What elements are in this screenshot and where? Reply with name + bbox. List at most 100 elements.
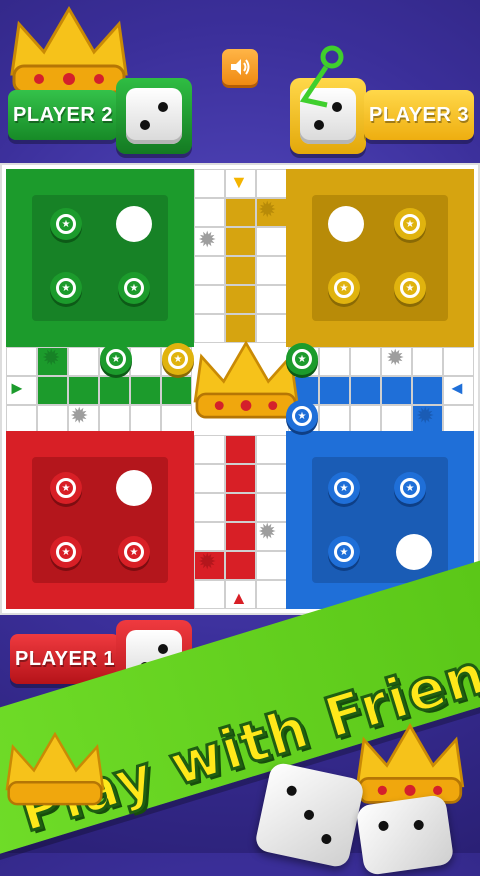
game-token[interactable]: ★ — [394, 472, 426, 504]
board-cell — [6, 405, 37, 434]
board-cell — [412, 347, 443, 376]
arrow-icon: ▼ — [230, 172, 248, 192]
board-cell — [194, 198, 225, 227]
board-cell — [319, 405, 350, 434]
game-token[interactable]: ★ — [286, 343, 318, 375]
board-cell — [194, 435, 225, 464]
star-icon: ★ — [124, 542, 144, 562]
board-cell — [130, 405, 161, 434]
board-cell — [37, 376, 68, 405]
star-icon: ✹ — [416, 403, 435, 428]
game-token[interactable]: ★ — [394, 208, 426, 240]
star-icon: ★ — [292, 406, 312, 426]
board-cell — [319, 376, 350, 405]
star-icon: ✹ — [198, 227, 217, 252]
player-3-label: PLAYER 3 — [364, 90, 474, 140]
game-token[interactable]: ★ — [286, 400, 318, 432]
yellow-home — [286, 169, 474, 347]
star-icon: ✹ — [42, 345, 61, 370]
board-cell — [194, 285, 225, 314]
board-cell — [256, 435, 287, 464]
game-token[interactable]: ★ — [50, 272, 82, 304]
crown-icon — [5, 731, 105, 806]
board-cell — [319, 347, 350, 376]
arrow-icon: ► — [8, 378, 26, 398]
board-cell — [225, 464, 256, 493]
star-icon: ★ — [56, 542, 76, 562]
board-cell — [68, 347, 99, 376]
board-cell — [256, 256, 287, 285]
star-icon: ★ — [400, 214, 420, 234]
home-spot — [396, 534, 432, 570]
board-cell — [194, 493, 225, 522]
board-cell — [350, 347, 381, 376]
arrow-icon: ▲ — [230, 588, 248, 608]
board-cell — [99, 376, 130, 405]
board-cell — [194, 464, 225, 493]
star-icon: ★ — [56, 278, 76, 298]
board-cell — [225, 198, 256, 227]
green-home — [6, 169, 194, 347]
player-2-label: PLAYER 2 — [8, 90, 118, 140]
star-icon: ★ — [56, 214, 76, 234]
board-cell — [225, 256, 256, 285]
game-token[interactable]: ★ — [328, 272, 360, 304]
board-cell — [37, 405, 68, 434]
board-cell — [225, 285, 256, 314]
game-token[interactable]: ★ — [118, 272, 150, 304]
star-icon: ★ — [334, 542, 354, 562]
sound-icon — [231, 59, 250, 75]
home-spot — [116, 206, 152, 242]
arrow-icon: ◄ — [448, 378, 466, 398]
star-icon: ★ — [106, 349, 126, 369]
player-2-dice-button[interactable] — [116, 78, 192, 154]
dice-icon — [126, 88, 182, 144]
board-cell — [225, 435, 256, 464]
sound-button[interactable] — [222, 49, 258, 85]
dice-icon — [355, 794, 455, 876]
game-token[interactable]: ★ — [50, 536, 82, 568]
game-token[interactable]: ★ — [100, 343, 132, 375]
star-icon: ★ — [168, 349, 188, 369]
game-token[interactable]: ★ — [328, 472, 360, 504]
star-icon: ★ — [400, 478, 420, 498]
board-cell — [381, 376, 412, 405]
board-cell — [412, 376, 443, 405]
game-token[interactable]: ★ — [118, 536, 150, 568]
star-icon: ★ — [56, 478, 76, 498]
board-cell — [256, 169, 287, 198]
star-icon: ★ — [334, 478, 354, 498]
board-cell — [225, 493, 256, 522]
board-cell — [381, 405, 412, 434]
game-token[interactable]: ★ — [50, 208, 82, 240]
star-icon: ✹ — [258, 197, 277, 222]
star-icon: ✹ — [70, 403, 89, 428]
game-token[interactable]: ★ — [50, 472, 82, 504]
game-token[interactable]: ★ — [394, 272, 426, 304]
star-icon: ★ — [124, 278, 144, 298]
board-cell — [350, 405, 381, 434]
game-token[interactable]: ★ — [328, 536, 360, 568]
board-cell — [225, 522, 256, 551]
home-spot — [328, 206, 364, 242]
board-cell — [6, 347, 37, 376]
board-cell — [194, 256, 225, 285]
star-icon: ✹ — [258, 519, 277, 544]
board-cell — [225, 227, 256, 256]
game-token[interactable]: ★ — [162, 343, 194, 375]
board-cell — [68, 376, 99, 405]
star-icon: ✹ — [386, 345, 405, 370]
star-icon: ✹ — [198, 549, 217, 574]
board-cell — [443, 405, 474, 434]
board-cell — [350, 376, 381, 405]
board-cell — [256, 464, 287, 493]
star-icon: ★ — [400, 278, 420, 298]
board-cell — [443, 347, 474, 376]
board-cell — [256, 551, 287, 580]
home-spot — [116, 470, 152, 506]
crown-icon — [355, 723, 465, 804]
board-cell — [256, 580, 287, 609]
star-icon: ★ — [292, 349, 312, 369]
board-cell — [256, 493, 287, 522]
board-cell — [130, 347, 161, 376]
